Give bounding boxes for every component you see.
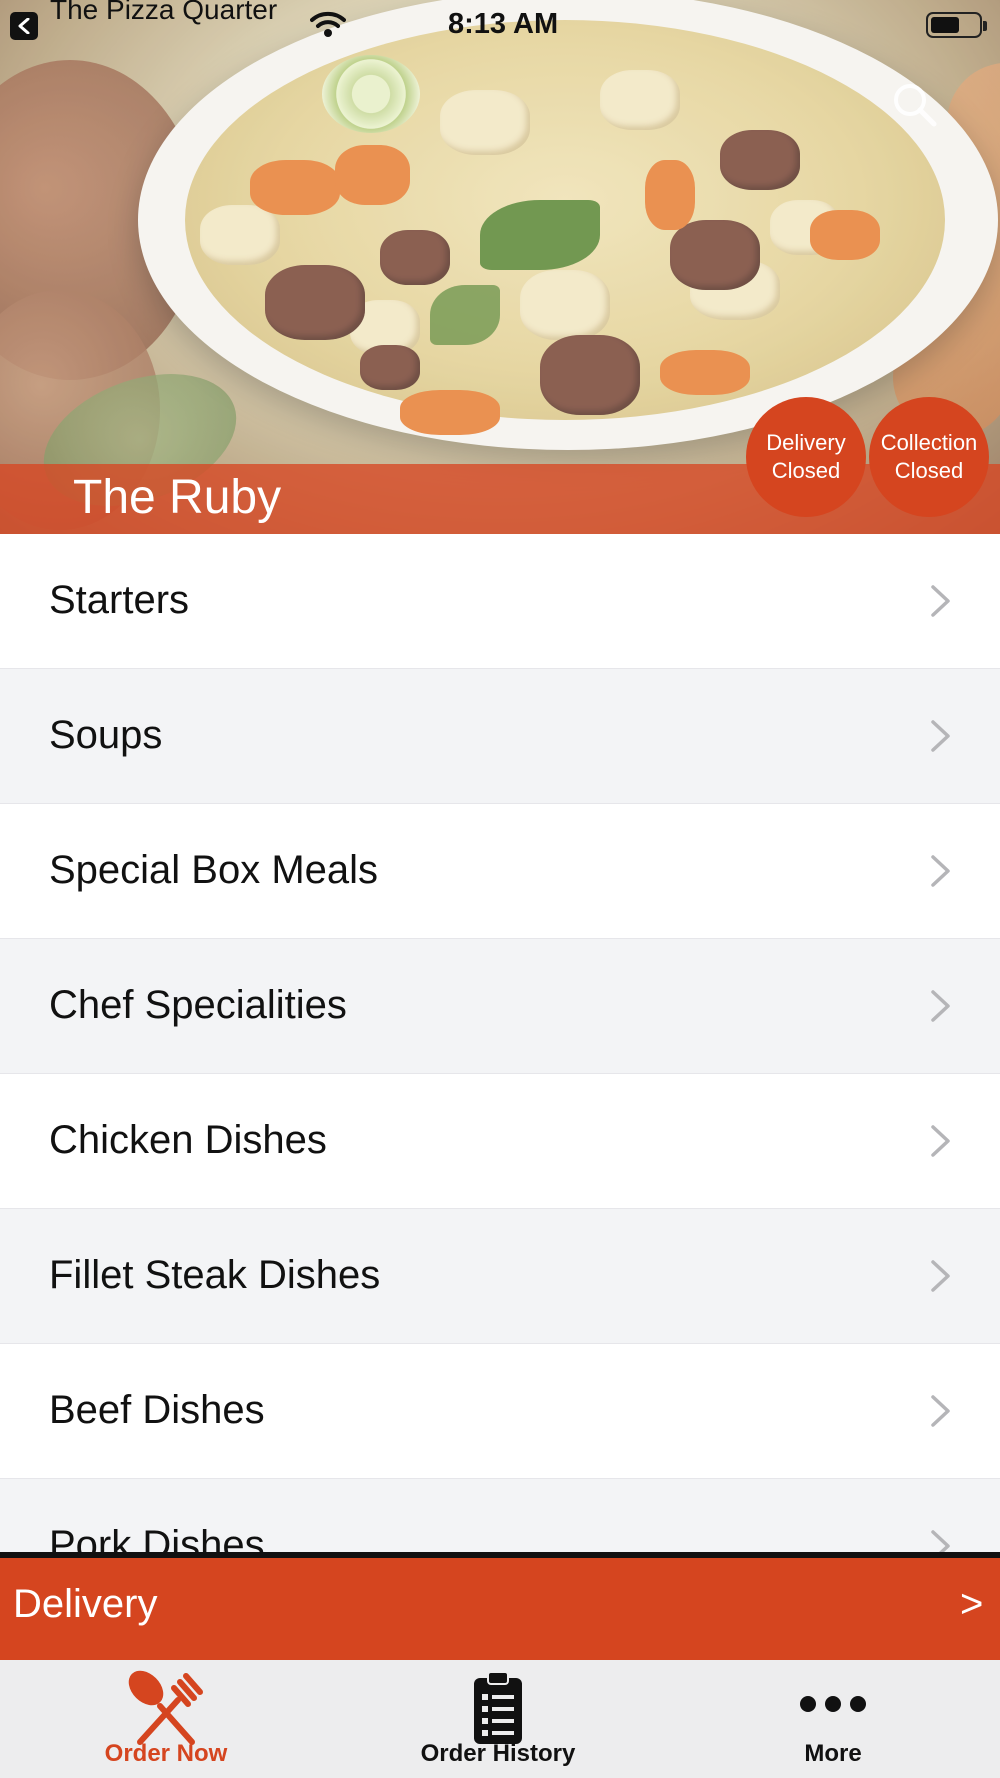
menu-category-list[interactable]: Starters Soups Special Box Meals Chef Sp… [0, 534, 1000, 1552]
category-label: Chicken Dishes [49, 1118, 327, 1162]
chevron-right-icon [931, 855, 950, 887]
status-bar: The Pizza Quarter 8:13 AM [0, 0, 1000, 50]
chevron-right-icon [931, 585, 950, 617]
category-label: Special Box Meals [49, 848, 379, 892]
status-time: 8:13 AM [448, 8, 559, 40]
tab-order-history[interactable]: Order History [368, 1660, 628, 1778]
collection-status-badge: Collection Closed [869, 397, 989, 517]
back-app-name[interactable]: The Pizza Quarter [50, 0, 277, 26]
order-mode-arrow: > [960, 1582, 984, 1626]
tab-bar: Order Now Order History More [0, 1660, 1000, 1778]
menu-category-special-box-meals[interactable]: Special Box Meals [0, 804, 1000, 939]
order-mode-label: Delivery [13, 1582, 158, 1626]
category-label: Chef Specialities [49, 983, 347, 1027]
order-mode-bar[interactable]: Delivery > [0, 1558, 1000, 1660]
chevron-right-icon [931, 720, 950, 752]
menu-category-chef-specialities[interactable]: Chef Specialities [0, 939, 1000, 1074]
tab-more[interactable]: More [703, 1660, 963, 1778]
menu-category-starters[interactable]: Starters [0, 534, 1000, 669]
chevron-right-icon [931, 990, 950, 1022]
battery-icon [926, 12, 987, 38]
tab-order-now[interactable]: Order Now [36, 1660, 296, 1778]
category-label: Starters [49, 578, 190, 622]
chevron-right-icon [931, 1395, 950, 1427]
wifi-icon [310, 11, 346, 37]
menu-category-fillet-steak-dishes[interactable]: Fillet Steak Dishes [0, 1209, 1000, 1344]
category-label: Soups [49, 713, 163, 757]
delivery-badge-line1: Delivery [766, 430, 846, 455]
delivery-badge-line2: Closed [771, 458, 841, 483]
tab-label: More [804, 1740, 862, 1767]
category-label: Fillet Steak Dishes [49, 1253, 381, 1297]
chevron-right-icon [931, 1125, 950, 1157]
back-to-app-button[interactable] [10, 12, 38, 40]
collection-badge-line2: Closed [894, 458, 964, 483]
clipboard-list-icon [474, 1671, 522, 1744]
menu-category-beef-dishes[interactable]: Beef Dishes [0, 1344, 1000, 1479]
chevron-right-icon [931, 1530, 950, 1552]
tab-label: Order History [420, 1740, 576, 1767]
menu-category-chicken-dishes[interactable]: Chicken Dishes [0, 1074, 1000, 1209]
category-label: Pork Dishes [49, 1523, 265, 1552]
search-icon[interactable] [888, 78, 942, 132]
chevron-left-icon [18, 18, 30, 34]
tab-label: Order Now [104, 1740, 228, 1767]
fork-knife-icon [128, 1670, 203, 1745]
menu-category-pork-dishes[interactable]: Pork Dishes [0, 1479, 1000, 1552]
more-dots-icon [800, 1696, 866, 1712]
menu-category-soups[interactable]: Soups [0, 669, 1000, 804]
chevron-right-icon [931, 1260, 950, 1292]
delivery-status-badge: Delivery Closed [746, 397, 866, 517]
restaurant-name: The Ruby [73, 471, 282, 524]
category-label: Beef Dishes [49, 1388, 265, 1432]
collection-badge-line1: Collection [880, 430, 978, 455]
